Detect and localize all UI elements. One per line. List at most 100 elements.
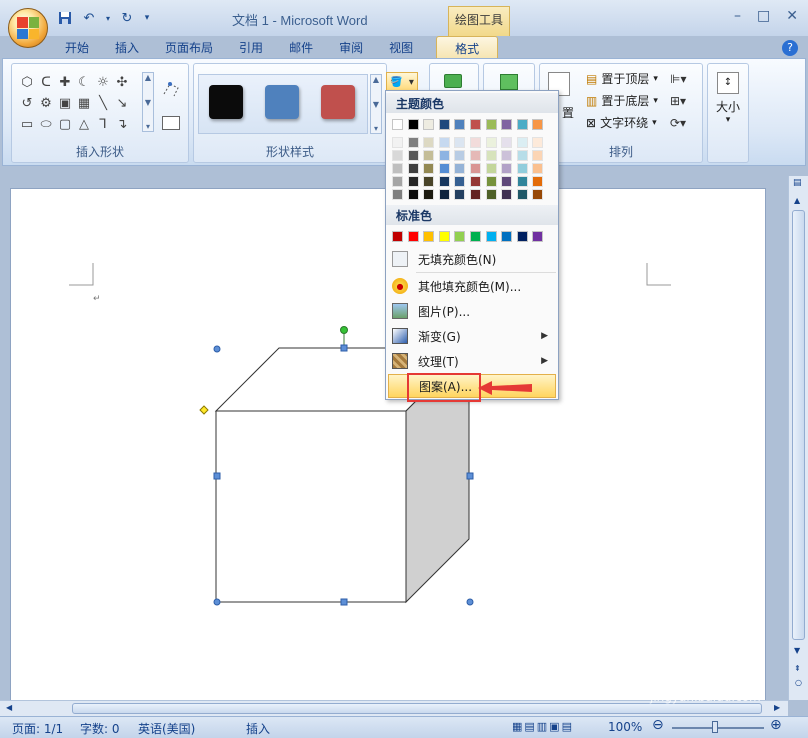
horizontal-scroll-thumb[interactable] — [72, 703, 762, 714]
theme-shade-swatch[interactable] — [392, 137, 403, 148]
theme-shade-swatch[interactable] — [423, 163, 435, 174]
insert-mode-indicator[interactable]: 插入 — [246, 720, 270, 737]
theme-shade-swatch[interactable] — [501, 163, 513, 174]
help-icon[interactable]: ? — [782, 40, 798, 56]
theme-shade-swatch[interactable] — [392, 150, 403, 161]
theme-shade-swatch[interactable] — [438, 189, 450, 200]
theme-color-swatch[interactable] — [438, 119, 450, 130]
standard-color-swatch[interactable] — [501, 231, 513, 242]
theme-shade-swatch[interactable] — [423, 176, 435, 187]
previous-page-icon[interactable]: ⇞ — [794, 664, 801, 673]
theme-shade-swatch[interactable] — [532, 189, 544, 200]
send-to-back-button[interactable]: ▥ 置于底层 ▾ — [586, 92, 658, 109]
more-fill-colors-item[interactable]: ● 其他填充颜色(M)... — [388, 274, 556, 298]
tab-insert[interactable]: 插入 — [102, 36, 152, 58]
theme-shade-swatch[interactable] — [407, 137, 419, 148]
theme-shade-swatch[interactable] — [454, 189, 466, 200]
theme-shade-swatch[interactable] — [470, 163, 481, 174]
language-indicator[interactable]: 英语(美国) — [138, 720, 195, 737]
theme-shade-swatch[interactable] — [438, 163, 450, 174]
standard-color-swatch[interactable] — [532, 231, 544, 242]
arrow-shape-icon[interactable]: ↘ — [113, 93, 131, 113]
style-swatch-blue[interactable] — [265, 85, 299, 119]
no-fill-item[interactable]: 无填充颜色(N) — [388, 247, 556, 271]
theme-shade-swatch[interactable] — [470, 150, 481, 161]
standard-color-swatch[interactable] — [423, 231, 435, 242]
theme-shade-swatch[interactable] — [407, 189, 419, 200]
text-wrapping-button[interactable]: ⊠ 文字环绕 ▾ — [586, 114, 657, 131]
zoom-slider-thumb[interactable] — [712, 721, 718, 733]
theme-color-swatch[interactable] — [423, 119, 435, 130]
plus-shape-icon[interactable]: ✚ — [56, 72, 74, 92]
theme-color-swatch[interactable] — [470, 119, 481, 130]
standard-color-swatch[interactable] — [454, 231, 466, 242]
theme-shade-swatch[interactable] — [454, 176, 466, 187]
tab-home[interactable]: 开始 — [52, 36, 102, 58]
theme-shade-swatch[interactable] — [454, 163, 466, 174]
theme-color-swatch[interactable] — [407, 119, 419, 130]
theme-shade-swatch[interactable] — [407, 150, 419, 161]
theme-shade-swatch[interactable] — [407, 163, 419, 174]
theme-shade-swatch[interactable] — [423, 137, 435, 148]
image-frame-shape-icon[interactable]: ▣ — [56, 93, 74, 113]
curved-arrow-shape-icon[interactable]: ↺ — [18, 93, 36, 113]
line-shape-icon[interactable]: ╲ — [94, 93, 112, 113]
tab-references[interactable]: 引用 — [226, 36, 276, 58]
gear-shape-icon[interactable]: ⚙ — [37, 93, 55, 113]
table-shape-icon[interactable]: ▦ — [75, 93, 93, 113]
tab-view[interactable]: 视图 — [376, 36, 426, 58]
theme-shade-swatch[interactable] — [501, 176, 513, 187]
theme-color-swatch[interactable] — [392, 119, 403, 130]
browse-object-icon[interactable]: ○ — [795, 678, 802, 687]
theme-color-swatch[interactable] — [532, 119, 544, 130]
theme-shade-swatch[interactable] — [407, 176, 419, 187]
shadow-effects-icon[interactable] — [444, 74, 462, 88]
theme-shade-swatch[interactable] — [485, 150, 497, 161]
vertical-scroll-thumb[interactable] — [792, 210, 805, 640]
tab-page-layout[interactable]: 页面布局 — [152, 36, 226, 58]
bring-to-front-button[interactable]: ▤ 置于顶层 ▾ — [586, 70, 658, 87]
moon-shape-icon[interactable]: ☾ — [75, 72, 93, 92]
theme-shade-swatch[interactable] — [392, 163, 403, 174]
theme-shade-swatch[interactable] — [454, 137, 466, 148]
theme-shade-swatch[interactable] — [532, 176, 544, 187]
texture-fill-item[interactable]: 纹理(T) ▶ — [388, 349, 556, 373]
edit-shape-icon[interactable] — [162, 80, 182, 100]
undo-icon[interactable]: ↶ — [80, 10, 98, 26]
shape-fill-button[interactable]: 🪣 ▾ — [386, 72, 418, 92]
theme-shade-swatch[interactable] — [485, 176, 497, 187]
scroll-up-icon[interactable]: ▲ — [794, 196, 800, 205]
theme-shade-swatch[interactable] — [485, 189, 497, 200]
vertical-scrollbar[interactable]: ▤ ▲ ▼ ⇞ ○ — [788, 176, 808, 700]
rounded-rect-shape-icon[interactable]: ▢ — [56, 114, 74, 134]
customize-qat-icon[interactable]: ▾ — [142, 10, 152, 26]
theme-color-swatch[interactable] — [485, 119, 497, 130]
sun-shape-icon[interactable]: ☼ — [94, 72, 112, 92]
size-button[interactable]: ↕ 大小 ▾ — [712, 70, 744, 138]
elbow-arrow-shape-icon[interactable]: ↴ — [113, 114, 131, 134]
theme-shade-swatch[interactable] — [532, 137, 544, 148]
style-swatch-black[interactable] — [209, 85, 243, 119]
theme-shade-swatch[interactable] — [470, 137, 481, 148]
theme-color-swatch[interactable] — [454, 119, 466, 130]
oval-shape-icon[interactable]: ⬭ — [37, 114, 55, 134]
standard-color-swatch[interactable] — [438, 231, 450, 242]
elbow-connector-shape-icon[interactable]: ⅂ — [94, 114, 112, 134]
cube-shape-icon[interactable]: ⬡ — [18, 72, 36, 92]
scroll-right-icon[interactable]: ▶ — [774, 703, 780, 712]
theme-shade-swatch[interactable] — [470, 189, 481, 200]
close-button[interactable]: ✕ — [786, 8, 798, 24]
theme-shade-swatch[interactable] — [454, 150, 466, 161]
standard-color-swatch[interactable] — [407, 231, 419, 242]
theme-shade-swatch[interactable] — [516, 189, 528, 200]
theme-color-swatch[interactable] — [501, 119, 513, 130]
shape-style-scroll[interactable]: ▲ ▼ ▾ — [370, 74, 382, 134]
rotate-icon[interactable]: ⟳▾ — [670, 116, 686, 130]
scroll-left-icon[interactable]: ◀ — [6, 703, 12, 712]
zoom-out-icon[interactable]: ⊖ — [652, 717, 664, 733]
theme-shade-swatch[interactable] — [532, 150, 544, 161]
theme-shade-swatch[interactable] — [501, 150, 513, 161]
zoom-slider-track[interactable] — [672, 727, 764, 729]
align-icon[interactable]: ⊫▾ — [670, 72, 686, 86]
theme-shade-swatch[interactable] — [470, 176, 481, 187]
